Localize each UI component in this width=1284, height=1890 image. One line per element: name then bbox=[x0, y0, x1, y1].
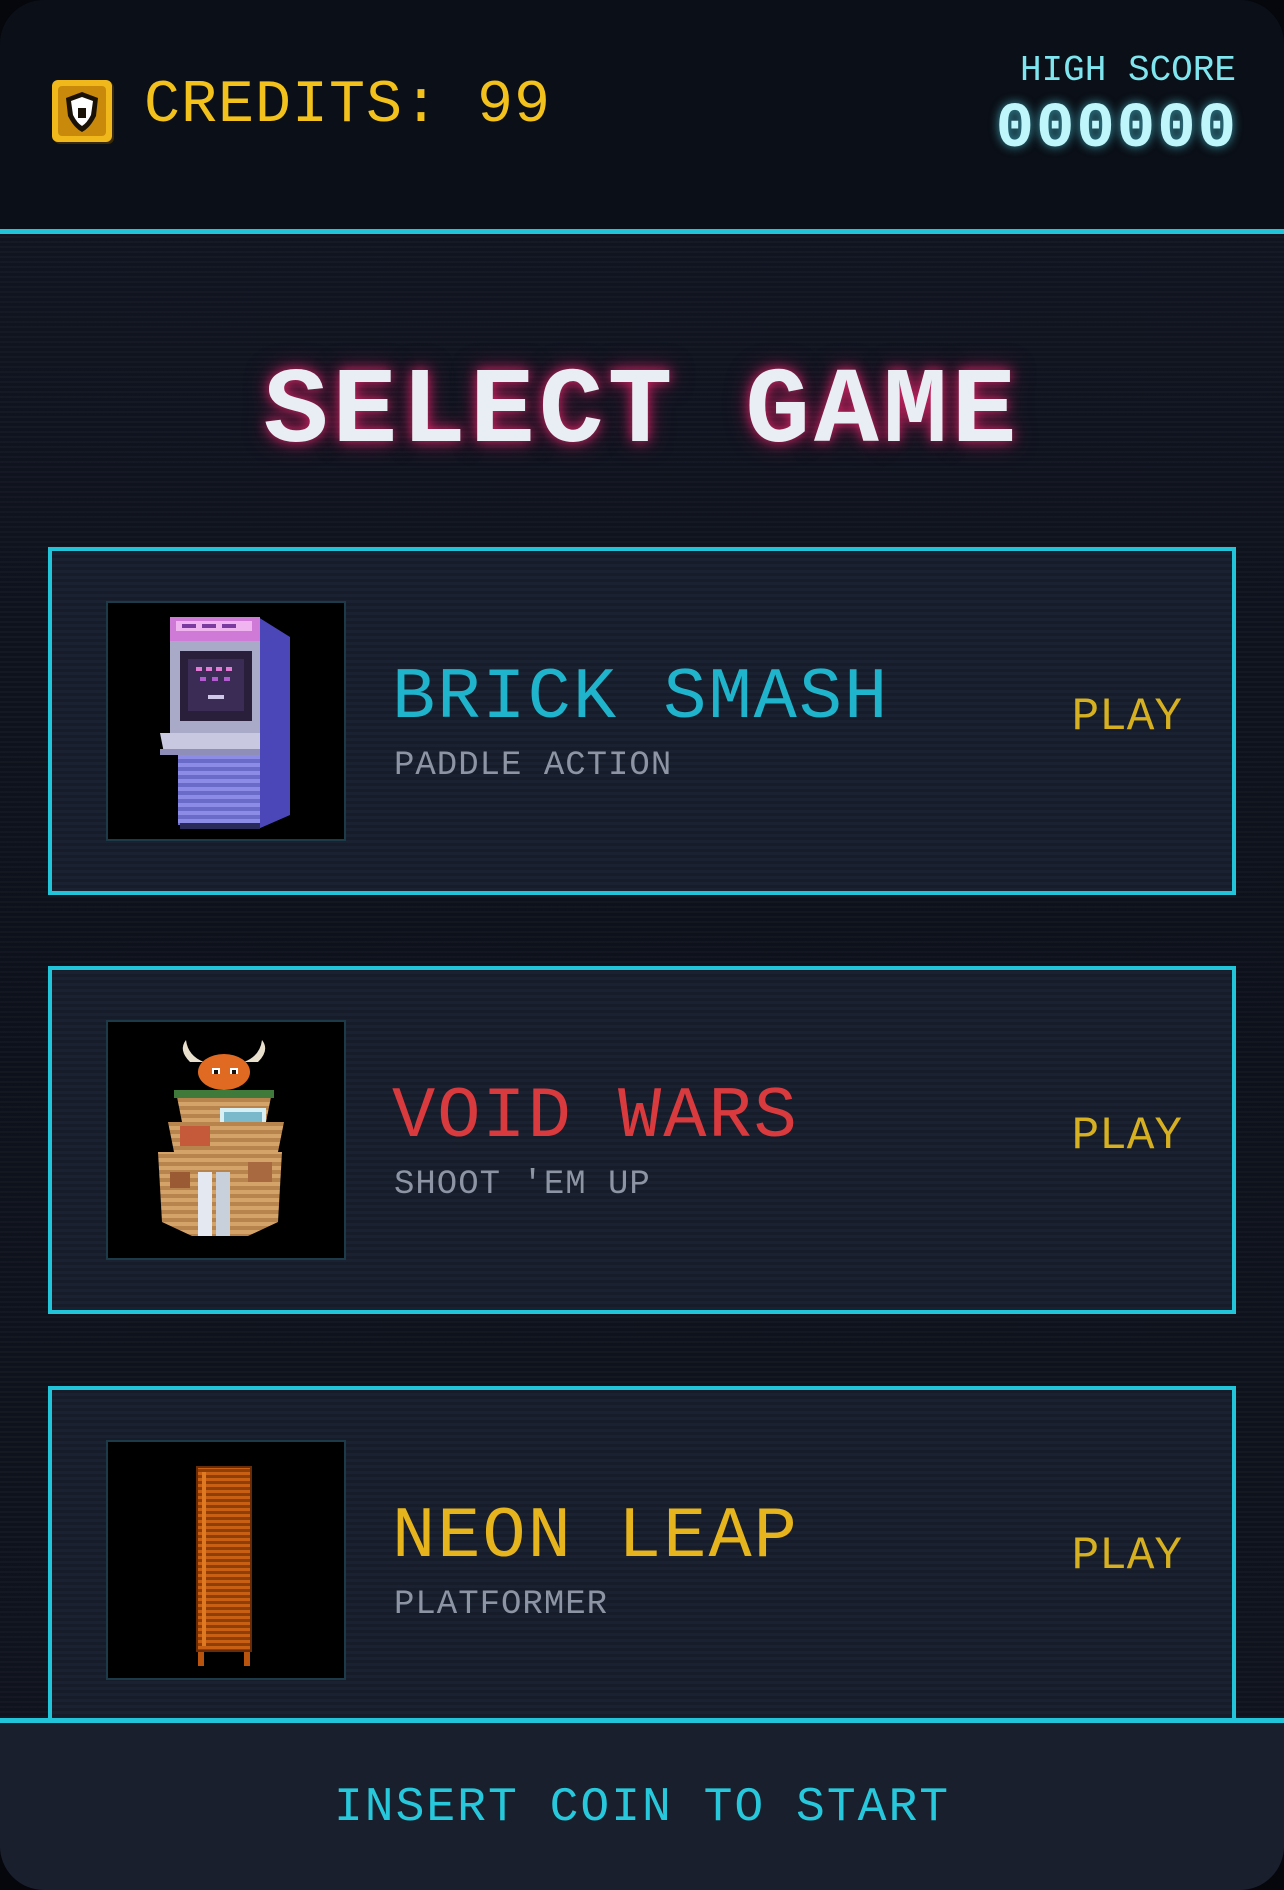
game-card-brick-smash[interactable]: BRICK SMASH PADDLE ACTION PLAY bbox=[48, 547, 1236, 895]
arcade-screen: CREDITS: 99 HIGH SCORE 000000 SELECT GAM… bbox=[0, 0, 1284, 1890]
orange-pillar-icon bbox=[106, 1440, 346, 1680]
game-genre: SHOOT 'EM UP bbox=[394, 1166, 651, 1204]
game-card-void-wars[interactable]: VOID WARS SHOOT 'EM UP PLAY bbox=[48, 966, 1236, 1314]
page-title: SELECT GAME bbox=[263, 352, 1021, 474]
game-genre: PLATFORMER bbox=[394, 1586, 609, 1624]
high-score-label: HIGH SCORE bbox=[1019, 50, 1236, 91]
play-button[interactable]: PLAY bbox=[1072, 1110, 1182, 1162]
play-button[interactable]: PLAY bbox=[1072, 1530, 1182, 1582]
game-title: NEON LEAP bbox=[392, 1496, 799, 1578]
arcade-cabinet-icon bbox=[106, 601, 346, 841]
play-button[interactable]: PLAY bbox=[1072, 691, 1182, 743]
shield-coin-icon bbox=[50, 78, 118, 148]
game-select-panel: SELECT GAME BRICK SMASH PADDLE ACTION PL… bbox=[0, 234, 1284, 1754]
game-genre: PADDLE ACTION bbox=[394, 747, 673, 785]
insert-coin-prompt[interactable]: INSERT COIN TO START bbox=[0, 1781, 1284, 1835]
header-bar: CREDITS: 99 HIGH SCORE 000000 bbox=[0, 0, 1284, 234]
game-card-neon-leap[interactable]: NEON LEAP PLATFORMER PLAY bbox=[48, 1386, 1236, 1754]
credits-counter: CREDITS: 99 bbox=[144, 72, 552, 140]
horned-mech-icon bbox=[106, 1020, 346, 1260]
game-title: VOID WARS bbox=[392, 1076, 799, 1158]
footer-bar: INSERT COIN TO START bbox=[0, 1718, 1284, 1890]
high-score-value: 000000 bbox=[995, 94, 1238, 166]
game-title: BRICK SMASH bbox=[392, 657, 890, 739]
